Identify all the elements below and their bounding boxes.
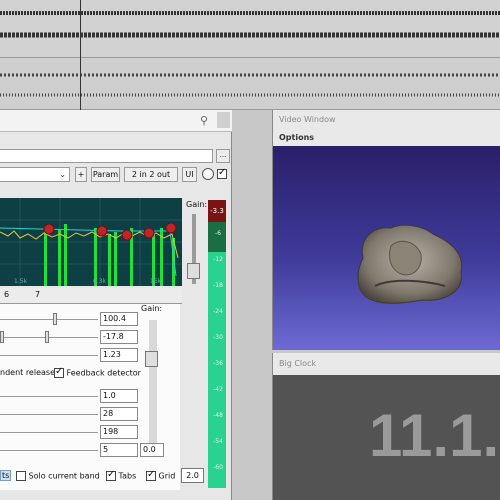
fx-window: ⚲ ... ⌄ + Param 2 in 2 out UI ✓ 1.5k 6.3… [0, 110, 232, 500]
add-preset-button[interactable]: + [75, 167, 87, 182]
meter-tick-label: -24 [213, 308, 223, 315]
output-meter: -3.3 -6 -12 -18 -24 -30 -36 -42 -48 -54 -60 [208, 200, 226, 488]
waveform-1b [0, 32, 500, 38]
grid-checkbox[interactable] [146, 469, 156, 481]
feedback-label: Feedback detector [66, 368, 141, 378]
param-value-4[interactable]: 1.0 [100, 389, 138, 403]
bypass-checkbox[interactable] [217, 167, 227, 179]
grid-value[interactable]: 2.0 [181, 468, 204, 483]
preset-field[interactable] [0, 149, 213, 163]
meter-tick-label: -60 [213, 464, 223, 471]
meter-tick-label: -30 [213, 334, 223, 341]
tab-band-6[interactable]: 6 [4, 290, 9, 299]
slider-thumb[interactable] [53, 313, 57, 325]
release-option[interactable]: ndent release [0, 368, 55, 377]
meter-fill-dark [208, 222, 226, 252]
meter-peak[interactable]: -3.3 [208, 200, 226, 222]
fx-titlebar[interactable]: ⚲ [0, 110, 232, 132]
tabs-label: Tabs [118, 471, 137, 481]
slider-thumb[interactable] [45, 331, 49, 343]
param-value-5[interactable]: 28 [100, 407, 138, 421]
feedback-checkbox[interactable] [54, 366, 64, 378]
ui-button[interactable]: UI [182, 167, 197, 182]
big-clock-window: Big Clock 11.1. [272, 353, 500, 500]
rock-3d-image [357, 224, 463, 304]
video-window-title: Video Window [279, 115, 336, 124]
big-clock-title: Big Clock [279, 359, 317, 368]
pin-icon[interactable]: ⚲ [200, 114, 208, 127]
big-clock-titlebar[interactable]: Big Clock [273, 353, 500, 375]
freq-label: 6.3k [93, 278, 107, 285]
release-label: ndent release [0, 368, 55, 377]
panel-gain-slider[interactable] [145, 351, 158, 367]
band-panel: 100.4 -17.8 1.23 ndent release Feedback … [0, 304, 180, 490]
meter-tick-label: -48 [213, 412, 223, 419]
graph-gain-slider[interactable] [187, 263, 200, 280]
waveform-2a [0, 73, 500, 77]
grid-option[interactable]: Grid [146, 469, 176, 481]
meter-tick-label: -42 [213, 386, 223, 393]
tabs-checkbox[interactable] [106, 469, 116, 481]
panel-gain-track[interactable] [149, 320, 157, 445]
param-value-3[interactable]: 1.23 [100, 348, 138, 362]
slider-track[interactable] [0, 450, 98, 451]
browse-button[interactable]: ... [216, 149, 230, 163]
slider-track[interactable] [0, 319, 98, 320]
video-frame [273, 146, 500, 350]
solo-option[interactable]: Solo current band [16, 471, 100, 481]
slider-thumb[interactable] [0, 331, 4, 343]
meter-tick-label: -18 [213, 282, 223, 289]
video-options-menu[interactable]: Options [279, 133, 314, 142]
param-value-6[interactable]: 198 [100, 425, 138, 439]
spectrum-graph[interactable]: 1.5k 6.3k 16k [0, 198, 182, 286]
solo-label: Solo current band [28, 471, 100, 481]
freq-label: 16k [150, 278, 162, 285]
meter-tick-label: -54 [213, 438, 223, 445]
graph-gain-label: Gain: [186, 200, 208, 209]
waveform-1a [0, 11, 500, 15]
param-value-1[interactable]: 100.4 [100, 312, 138, 326]
spectrum-plot: 1.5k 6.3k 16k [0, 198, 182, 286]
tab-band-7[interactable]: 7 [35, 290, 40, 299]
meter-tick-label: -6 [215, 230, 221, 237]
slider-track[interactable] [0, 337, 98, 338]
freq-label: 1.5k [14, 278, 28, 285]
solo-checkbox[interactable] [16, 471, 26, 481]
io-button[interactable]: 2 in 2 out [124, 167, 178, 182]
playhead[interactable] [80, 0, 81, 110]
wet-knob[interactable] [202, 168, 214, 180]
meter-tick-label: -36 [213, 360, 223, 367]
video-window: Video Window Options [272, 110, 500, 350]
waveform-2b [0, 93, 500, 97]
param-button[interactable]: Param [91, 167, 120, 182]
slider-track[interactable] [0, 414, 98, 415]
arrange-view[interactable] [0, 0, 500, 110]
bottom-options: ts Solo current band Tabs Grid 2.0 [0, 468, 230, 486]
panel-gain-value[interactable]: 0.0 [140, 443, 164, 457]
chevron-down-icon: ⌄ [59, 170, 66, 179]
fx-toolbar: ⌄ + Param 2 in 2 out UI [0, 167, 232, 183]
slider-track[interactable] [0, 355, 98, 356]
band-tabs: 6 7 [0, 288, 182, 304]
grid-label: Grid [158, 471, 176, 481]
param-value-7[interactable]: 5 [100, 443, 138, 457]
param-value-2[interactable]: -17.8 [100, 330, 138, 344]
preset-select[interactable]: ⌄ [0, 167, 70, 182]
panel-gain-label: Gain: [141, 304, 163, 313]
tabs-option[interactable]: Tabs [106, 469, 137, 481]
track-lane-1[interactable] [0, 0, 500, 58]
slider-track[interactable] [0, 396, 98, 397]
slider-track[interactable] [0, 432, 98, 433]
solo-prefix-button[interactable]: ts [0, 470, 12, 481]
meter-tick-label: -12 [213, 256, 223, 263]
track-lane-2[interactable] [0, 58, 500, 110]
feedback-option[interactable]: Feedback detector [54, 366, 141, 378]
clock-time: 11.1. [369, 402, 500, 469]
fx-close-button[interactable] [217, 112, 230, 128]
